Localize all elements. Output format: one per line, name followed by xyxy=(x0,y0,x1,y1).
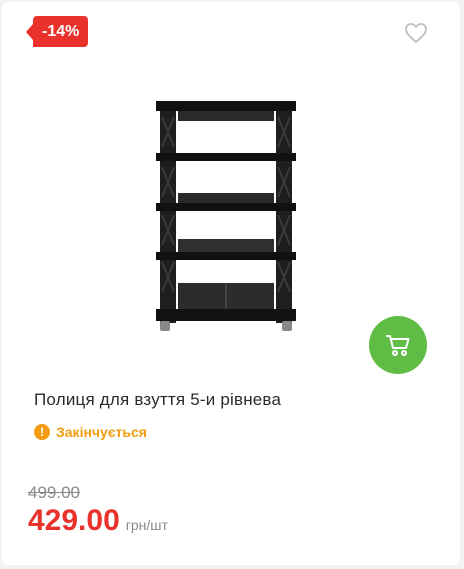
price-row: 429.00 грн/шт xyxy=(28,504,168,538)
product-image[interactable] xyxy=(152,97,300,337)
discount-badge: -14% xyxy=(25,16,89,47)
heart-outline-icon xyxy=(405,23,427,43)
old-price: 499.00 xyxy=(28,483,80,502)
exclamation-icon: ! xyxy=(34,424,50,440)
add-to-cart-button[interactable] xyxy=(369,316,427,374)
price-unit: грн/шт xyxy=(125,517,168,533)
favorite-button[interactable] xyxy=(404,22,428,44)
current-price: 429.00 xyxy=(28,504,120,537)
stock-status: ! Закінчується xyxy=(34,422,147,442)
stock-status-label: Закінчується xyxy=(56,424,147,440)
shopping-cart-icon xyxy=(386,335,410,356)
product-title[interactable]: Полиця для взуття 5-и рівнева xyxy=(34,390,281,410)
product-card[interactable]: -14% Полиця для взуття 5-и рівнева ! Зак… xyxy=(2,2,460,565)
